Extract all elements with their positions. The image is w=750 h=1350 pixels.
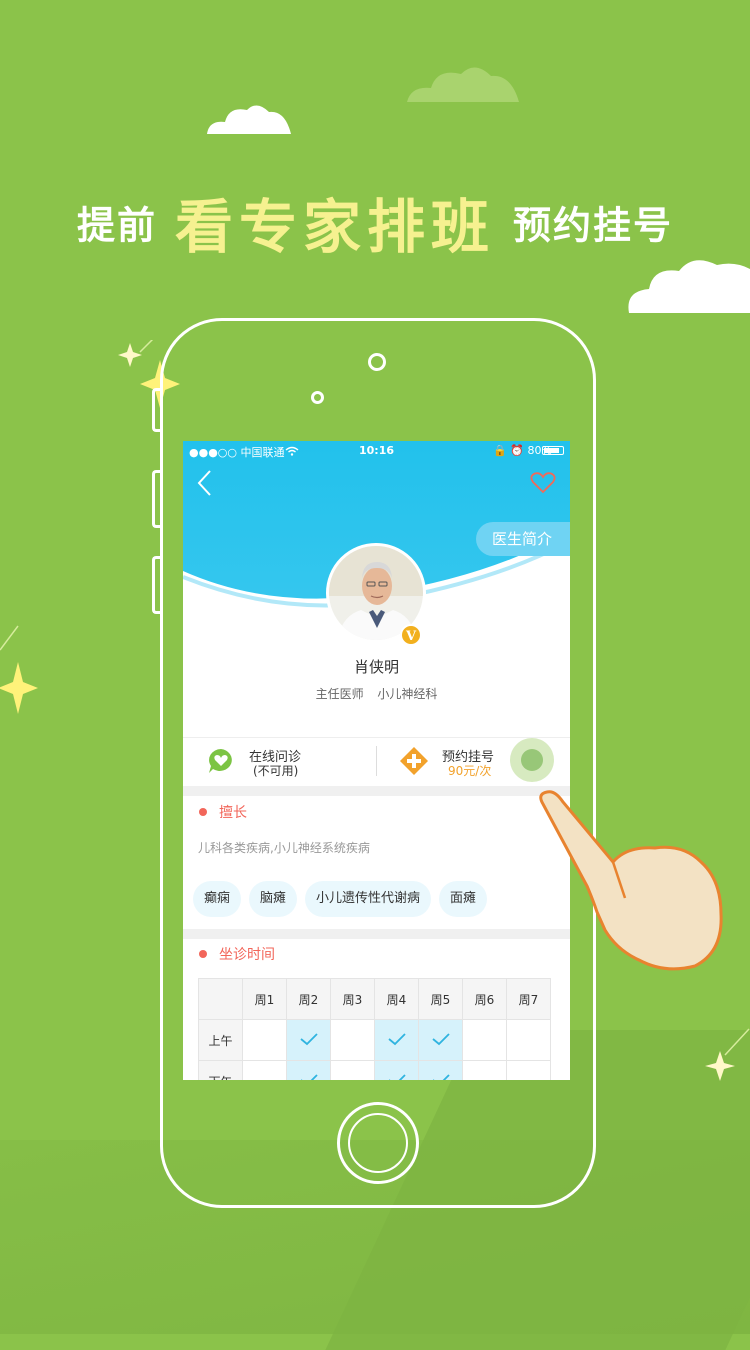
cloud-decoration xyxy=(628,260,750,313)
online-consult-button[interactable]: 在线问诊 (不可用) xyxy=(207,738,357,786)
chevron-left-icon xyxy=(197,470,211,496)
specialty-tags: 癫痫 脑瘫 小儿遗传性代谢病 面瘫 xyxy=(193,881,495,917)
specialty-title: 擅长 xyxy=(199,802,247,822)
schedule-cell xyxy=(506,1019,551,1061)
chat-heart-icon xyxy=(209,749,232,773)
specialty-title-label: 擅长 xyxy=(219,805,247,821)
check-icon xyxy=(299,1032,318,1045)
cloud-decoration xyxy=(207,105,291,134)
headline-suffix: 预约挂号 xyxy=(513,203,674,248)
headline-highlight: 看专家排班 xyxy=(174,193,495,261)
schedule-cell xyxy=(330,1060,375,1080)
check-icon xyxy=(431,1032,450,1045)
sparkle-icon xyxy=(0,625,38,714)
schedule-cell-available[interactable] xyxy=(374,1060,419,1080)
schedule-cell xyxy=(462,1019,507,1061)
volume-up-button xyxy=(152,470,160,528)
day-header: 周3 xyxy=(330,978,375,1020)
plus-diamond-icon xyxy=(400,747,428,775)
bullet-icon xyxy=(199,808,207,816)
verified-badge: V xyxy=(400,624,422,646)
schedule-header-row: 周1 周2 周3 周4 周5 周6 周7 xyxy=(198,978,551,1020)
tag-chip[interactable]: 脑瘫 xyxy=(249,881,298,917)
tag-chip[interactable]: 面瘫 xyxy=(439,881,488,917)
schedule-cell-available[interactable] xyxy=(374,1019,419,1061)
divider xyxy=(376,746,377,776)
battery-icon xyxy=(542,446,564,455)
doctor-title: 主任医师 xyxy=(315,687,364,701)
schedule-cell-available[interactable] xyxy=(418,1060,463,1080)
schedule-corner xyxy=(198,978,243,1020)
app-screen: ●●●○○ 中国联通 10:16 🔒 ⏰ 80% 医生简介 V 肖侠明 主任医师… xyxy=(183,441,570,1080)
day-header: 周2 xyxy=(286,978,331,1020)
front-camera xyxy=(368,353,386,371)
book-appointment-button[interactable]: 预约挂号 90元/次 xyxy=(400,738,510,786)
appointment-price: 90元/次 xyxy=(448,764,492,778)
doctor-title-row: 主任医师 小儿神经科 xyxy=(183,685,570,702)
schedule-cell xyxy=(242,1060,287,1080)
period-label: 上午 xyxy=(198,1019,243,1061)
status-bar: ●●●○○ 中国联通 10:16 🔒 ⏰ 80% xyxy=(183,441,570,461)
day-header: 周7 xyxy=(506,978,551,1020)
schedule-table: 周1 周2 周3 周4 周5 周6 周7 上午下午 xyxy=(198,978,551,1080)
schedule-cell xyxy=(242,1019,287,1061)
tag-chip[interactable]: 癫痫 xyxy=(193,881,242,917)
specialty-text: 儿科各类疾病,小儿神经系统疾病 xyxy=(198,841,370,855)
headline: 提前 看专家排班 预约挂号 xyxy=(0,180,750,264)
schedule-title: 坐诊时间 xyxy=(199,944,275,964)
schedule-cell-available[interactable] xyxy=(286,1060,331,1080)
tag-chip[interactable]: 小儿遗传性代谢病 xyxy=(305,881,432,917)
schedule-cell-available[interactable] xyxy=(418,1019,463,1061)
day-header: 周5 xyxy=(418,978,463,1020)
day-header: 周6 xyxy=(462,978,507,1020)
home-button[interactable] xyxy=(337,1102,419,1184)
schedule-cell-available[interactable] xyxy=(286,1019,331,1061)
headline-prefix: 提前 xyxy=(76,203,157,248)
schedule-cell xyxy=(462,1060,507,1080)
cloud-decoration xyxy=(407,67,519,102)
doctor-department: 小儿神经科 xyxy=(377,687,438,701)
period-label: 下午 xyxy=(198,1060,243,1080)
schedule-cell xyxy=(330,1019,375,1061)
proximity-sensor xyxy=(311,391,324,404)
section-gap xyxy=(183,929,570,939)
doctor-intro-button[interactable]: 医生简介 xyxy=(476,522,570,556)
check-icon xyxy=(387,1032,406,1045)
schedule-title-label: 坐诊时间 xyxy=(219,947,275,963)
pointing-hand-icon xyxy=(539,790,723,971)
volume-down-button xyxy=(152,556,160,614)
mute-switch xyxy=(152,388,160,432)
check-icon xyxy=(300,1073,318,1080)
schedule-row: 上午 xyxy=(198,1019,551,1061)
day-header: 周4 xyxy=(374,978,419,1020)
online-consult-status: (不可用) xyxy=(253,764,299,778)
check-icon xyxy=(388,1073,406,1080)
section-gap xyxy=(183,786,570,796)
day-header: 周1 xyxy=(242,978,287,1020)
schedule-cell xyxy=(506,1060,551,1080)
favorite-button[interactable] xyxy=(530,471,556,499)
doctor-name: 肖侠明 xyxy=(353,658,399,676)
schedule-row: 下午 xyxy=(198,1060,551,1080)
sparkle-icon xyxy=(705,1028,750,1081)
heart-icon xyxy=(530,472,556,494)
check-icon xyxy=(432,1073,450,1080)
back-button[interactable] xyxy=(195,469,213,503)
tap-indicator xyxy=(510,738,554,782)
bullet-icon xyxy=(199,950,207,958)
